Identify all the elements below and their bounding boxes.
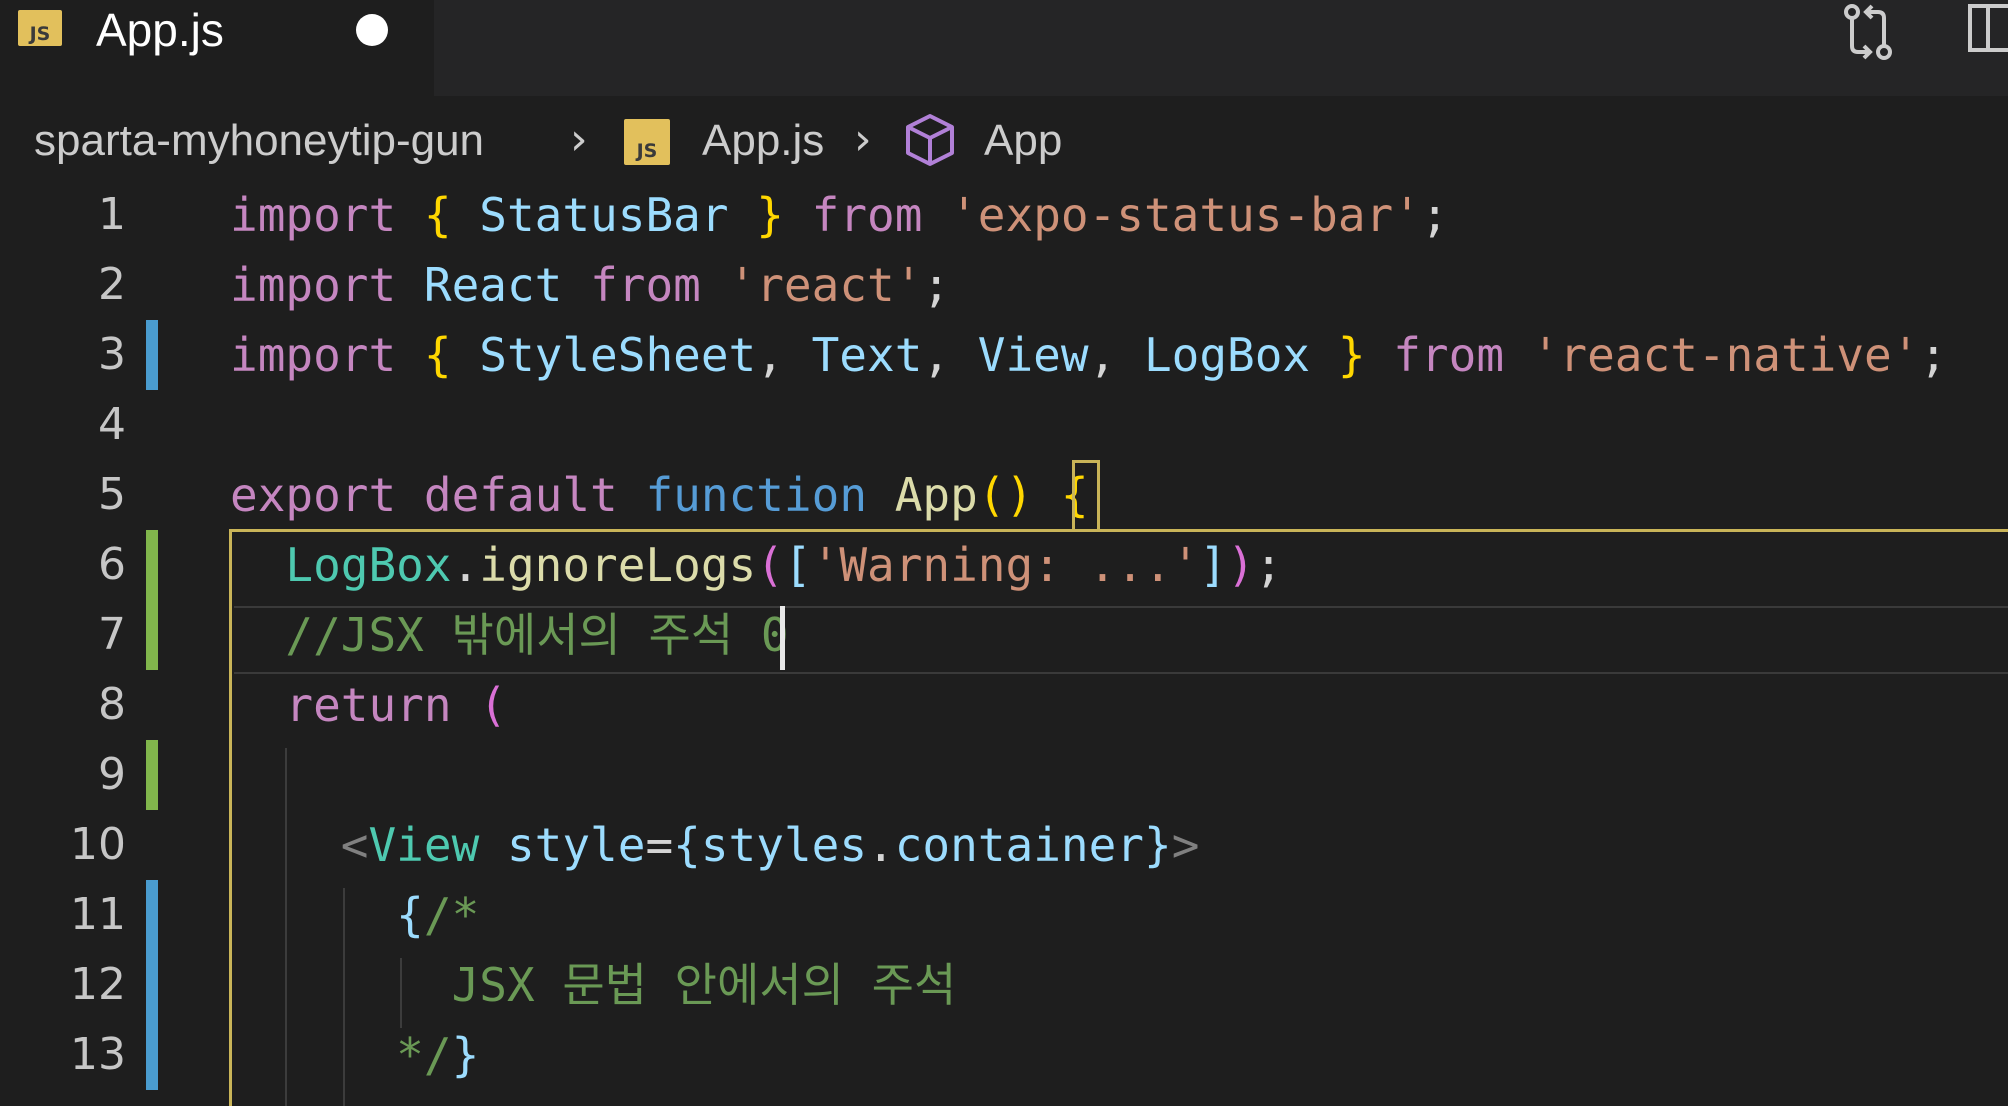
gutter-change-marker[interactable] <box>146 320 158 390</box>
line-number[interactable]: 6 <box>0 530 126 600</box>
chevron-right-icon: › <box>570 114 588 165</box>
code-token: 'react-native' <box>1531 328 1920 382</box>
line-number[interactable]: 4 <box>0 390 126 460</box>
javascript-file-icon: JS <box>18 10 62 46</box>
gutter-change-marker[interactable] <box>146 740 158 810</box>
code-token: export <box>230 468 397 522</box>
code-token: Text <box>811 328 923 382</box>
code-token: from <box>1393 328 1505 382</box>
code-token: ; <box>922 258 951 312</box>
code-token: from <box>590 258 701 312</box>
code-token: App <box>894 468 978 522</box>
breadcrumb: sparta-myhoneytip-gun › JS App.js › App <box>0 96 2008 186</box>
gutter-change-marker[interactable] <box>146 950 158 1020</box>
code-token: StatusBar <box>451 188 757 242</box>
code-line[interactable]: 3 import { StyleSheet, Text, View, LogBox… <box>0 320 2008 390</box>
code-token: 'expo-status-bar' <box>950 188 1421 242</box>
gutter-change-marker[interactable] <box>146 1020 158 1090</box>
code-line[interactable]: 5 export default function App() { <box>0 460 2008 530</box>
indent-guide <box>400 958 402 1028</box>
line-number[interactable]: 8 <box>0 670 126 740</box>
code-token: ; <box>1420 188 1449 242</box>
code-token: import <box>230 328 397 382</box>
line-number[interactable]: 11 <box>0 880 126 950</box>
code-token: default <box>423 468 618 522</box>
text-cursor <box>780 606 785 670</box>
code-token: View <box>977 328 1089 382</box>
code-token: { <box>423 188 452 242</box>
split-editor-icon[interactable] <box>1962 0 2008 64</box>
gutter-change-marker[interactable] <box>146 530 158 600</box>
tab-app-js[interactable]: JS App.js <box>0 0 434 96</box>
code-line[interactable]: 1 import { StatusBar } from 'expo-status-… <box>0 180 2008 250</box>
line-number[interactable]: 12 <box>0 950 126 1020</box>
indent-guide <box>343 888 345 1106</box>
code-token: import <box>230 258 397 312</box>
code-token: function <box>645 468 868 522</box>
code-token: , <box>756 328 812 382</box>
line-number[interactable]: 10 <box>0 810 126 880</box>
line-number[interactable]: 1 <box>0 180 126 250</box>
javascript-file-icon: JS <box>624 119 670 165</box>
cube-icon <box>906 114 954 166</box>
code-token: React <box>423 258 563 312</box>
chevron-right-icon: › <box>854 114 872 165</box>
code-token: } <box>1337 328 1366 382</box>
vscode-window: JS App.js sparta-myhoneytip-gun › JS App… <box>0 0 2008 1106</box>
indent-guide <box>285 748 287 1106</box>
current-line-highlight <box>234 606 2008 674</box>
code-text: import { StyleSheet, Text, View, LogBox … <box>230 320 1947 390</box>
code-token: } <box>756 188 784 242</box>
line-number[interactable]: 13 <box>0 1020 126 1090</box>
code-line[interactable]: 4 <box>0 390 2008 460</box>
code-text: export default function App() { <box>230 460 1089 530</box>
line-number[interactable]: 3 <box>0 320 126 390</box>
gutter-change-marker[interactable] <box>146 600 158 670</box>
tab-label: App.js <box>96 4 224 56</box>
code-token: 'react' <box>728 258 923 312</box>
code-token: ; <box>1919 328 1948 382</box>
git-compare-icon[interactable] <box>1836 0 1900 64</box>
breadcrumb-folder[interactable]: sparta-myhoneytip-gun <box>34 96 484 186</box>
code-token: { <box>423 328 452 382</box>
bracket-pair-highlight <box>1072 460 1100 532</box>
line-number[interactable]: 5 <box>0 460 126 530</box>
editor-tab-bar: JS App.js <box>0 0 2008 96</box>
code-token: , <box>922 328 978 382</box>
code-text: import { StatusBar } from 'expo-status-b… <box>230 180 1449 250</box>
code-token: import <box>230 188 397 242</box>
code-token: LogBox <box>1143 328 1338 382</box>
code-token: () <box>977 468 1034 522</box>
line-number[interactable]: 2 <box>0 250 126 320</box>
code-token: from <box>811 188 923 242</box>
code-text: import React from 'react'; <box>230 250 950 320</box>
gutter-change-marker[interactable] <box>146 880 158 950</box>
code-token: , <box>1088 328 1144 382</box>
breadcrumb-symbol[interactable]: App <box>984 96 1062 186</box>
code-token: StyleSheet <box>451 328 757 382</box>
line-number[interactable]: 7 <box>0 600 126 670</box>
breadcrumb-file[interactable]: App.js <box>702 96 824 186</box>
code-line[interactable]: 2 import React from 'react'; <box>0 250 2008 320</box>
unsaved-dot-icon[interactable] <box>356 14 388 46</box>
line-number[interactable]: 9 <box>0 740 126 810</box>
